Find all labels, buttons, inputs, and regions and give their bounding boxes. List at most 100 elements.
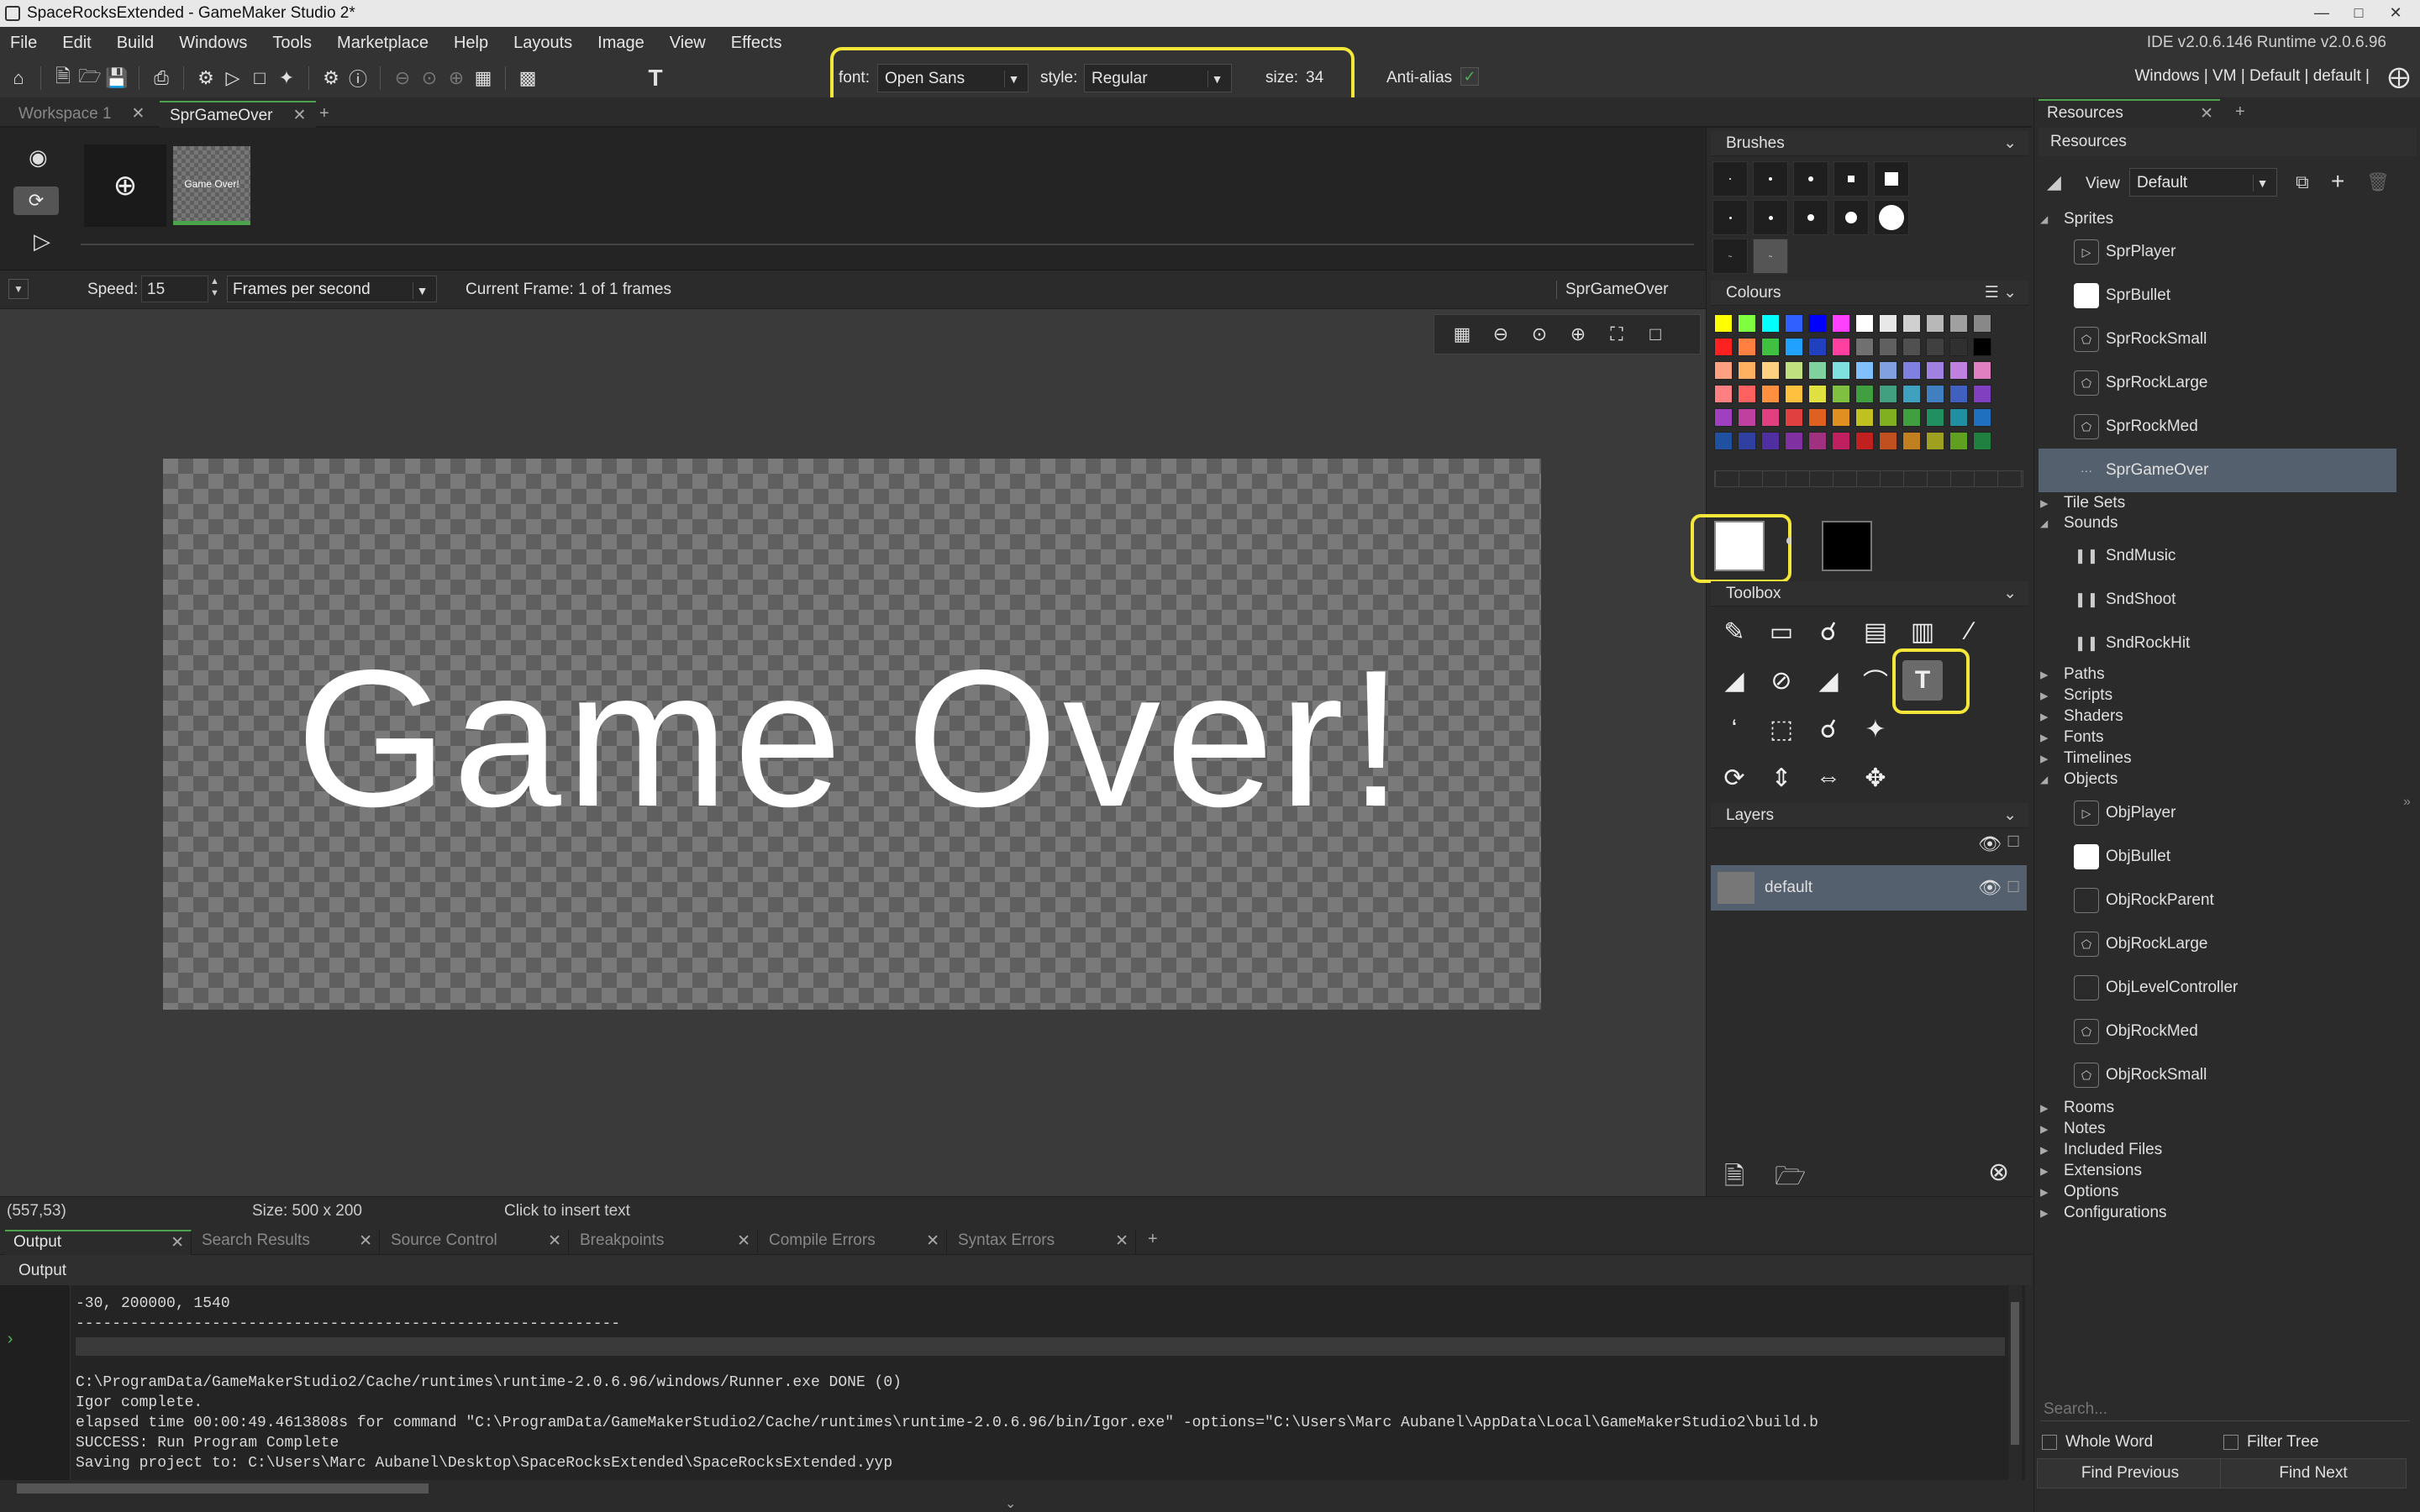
zoom-reset-icon[interactable]: ⊙ (1525, 323, 1554, 345)
colour-swatch[interactable] (1832, 385, 1850, 403)
device-icon[interactable]: ▩ (514, 65, 541, 92)
asset-sprrockmed[interactable]: ⬠ SprRockMed (2074, 405, 2395, 449)
colour-swatch[interactable] (1738, 408, 1756, 427)
eye-icon[interactable]: 👁 (1978, 877, 2002, 899)
close-tab-icon[interactable]: ✕ (926, 1231, 939, 1251)
onion-skin-icon[interactable]: ◉ (29, 144, 48, 171)
close-icon[interactable]: ✕ (2380, 2, 2412, 24)
colour-swatch[interactable] (1973, 385, 1991, 403)
layers-header[interactable]: Layers ⌄ (1711, 803, 2028, 828)
colour-swatch[interactable] (1902, 338, 1921, 356)
asset-sndmusic[interactable]: ▌▐ SndMusic (2074, 534, 2395, 578)
group-included-files[interactable]: Included Files (2040, 1141, 2162, 1160)
sprite-image[interactable]: Game Over! (163, 459, 1541, 1010)
colour-swatch[interactable] (1973, 408, 1991, 427)
colour-swatch[interactable] (1808, 432, 1827, 450)
flip-vertical-icon[interactable]: ⇕ (1761, 758, 1802, 798)
text-tool-icon[interactable]: T (1902, 660, 1943, 701)
asset-sprgameover[interactable]: ··· SprGameOver (2039, 449, 2396, 492)
zoom-in-icon[interactable]: ⊕ (1564, 323, 1592, 345)
home-icon[interactable]: ⌂ (5, 65, 32, 92)
sort-icon[interactable]: ◢ (2047, 171, 2061, 193)
frame-thumbnail[interactable]: Game Over! (173, 146, 250, 225)
eye-icon[interactable]: 👁 (1978, 833, 2002, 855)
filter-tree-option[interactable]: Filter Tree (2223, 1433, 2319, 1452)
speed-unit-select[interactable]: Frames per second ▼ (227, 276, 437, 302)
colour-swatch[interactable] (1761, 338, 1780, 356)
zoom-out-icon[interactable]: ⊖ (1486, 323, 1515, 345)
brush-custom-2[interactable]: ~ (1753, 239, 1788, 274)
output-console[interactable]: › -30, 200000, 1540 --------------------… (0, 1285, 2025, 1480)
group-options[interactable]: Options (2040, 1183, 2118, 1202)
close-tab-icon[interactable]: ✕ (548, 1231, 561, 1251)
menu-image[interactable]: Image (597, 34, 644, 53)
play-icon[interactable]: ▷ (34, 228, 50, 255)
paste-select-icon[interactable]: ▥ (1902, 612, 1943, 652)
copy-select-icon[interactable]: ▤ (1855, 612, 1896, 652)
rotate-icon[interactable]: ⟳ (1714, 758, 1754, 798)
asset-objrockparent[interactable]: ObjRockParent (2074, 879, 2395, 922)
colour-swatch[interactable] (1855, 432, 1874, 450)
lasso-select-icon[interactable]: ☌ (1808, 709, 1849, 749)
settings-icon[interactable]: ⚙ (318, 65, 345, 92)
colour-swatch[interactable] (1738, 385, 1756, 403)
fit-to-screen-icon[interactable]: ⛶ (1602, 323, 1631, 345)
colour-swatch[interactable] (1949, 385, 1968, 403)
ellipse-icon[interactable]: ⊘ (1761, 660, 1802, 701)
tab-output[interactable]: Output ✕ (5, 1230, 192, 1255)
colour-swatch[interactable] (1785, 408, 1803, 427)
brush-custom-1[interactable]: ~ (1712, 239, 1748, 274)
colour-swatch[interactable] (1949, 432, 1968, 450)
tab-source-control[interactable]: Source Control ✕ (382, 1230, 569, 1255)
asset-sprrocksmall[interactable]: ⬠ SprRockSmall (2074, 318, 2395, 361)
run-icon[interactable]: ▷ (219, 65, 246, 92)
curve-icon[interactable]: ⌒ (1855, 660, 1896, 701)
mirror-icon[interactable]: ⇔ (1808, 758, 1849, 798)
magic-wand-icon[interactable]: ✦ (1855, 709, 1896, 749)
open-project-icon[interactable]: 🗁 (76, 65, 103, 92)
brush-8[interactable] (1793, 200, 1828, 235)
group-fonts[interactable]: Fonts (2040, 728, 2104, 748)
colour-swatch[interactable] (1785, 432, 1803, 450)
tab-sprgameover[interactable]: SprGameOver ✕ (160, 101, 317, 128)
filter-tree-checkbox[interactable] (2223, 1434, 2238, 1450)
colour-swatch[interactable] (1738, 314, 1756, 333)
colour-swatch[interactable] (1832, 408, 1850, 427)
colour-swatch[interactable] (1761, 408, 1780, 427)
colour-swatch[interactable] (1832, 361, 1850, 380)
asset-sprplayer[interactable]: ▷ SprPlayer (2074, 230, 2395, 274)
resource-search-input[interactable] (2040, 1398, 2410, 1421)
colour-swatch[interactable] (1879, 338, 1897, 356)
colour-swatch[interactable] (1902, 432, 1921, 450)
find-next-button[interactable]: Find Next (2220, 1458, 2407, 1488)
whole-word-checkbox[interactable] (2042, 1434, 2057, 1450)
colour-swatch[interactable] (1855, 361, 1874, 380)
target-config-text[interactable]: Windows | VM | Default | default | (2134, 67, 2370, 86)
secondary-colour-swatch[interactable] (1822, 521, 1872, 571)
close-tab-icon[interactable]: ✕ (359, 1231, 372, 1251)
colour-swatch[interactable] (1926, 314, 1944, 333)
colour-swatch[interactable] (1879, 361, 1897, 380)
group-notes[interactable]: Notes (2040, 1120, 2106, 1139)
group-objects[interactable]: Objects (2040, 770, 2118, 789)
colour-swatch[interactable] (1785, 361, 1803, 380)
colour-swatch[interactable] (1879, 385, 1897, 403)
add-tab-icon[interactable]: + (1148, 1230, 1158, 1249)
brush-6[interactable] (1712, 200, 1748, 235)
colour-swatch[interactable] (1973, 314, 1991, 333)
debug-icon[interactable]: ⚙ (192, 65, 219, 92)
colour-swatch[interactable] (1855, 338, 1874, 356)
colour-swatch[interactable] (1808, 385, 1827, 403)
asset-objrocksmall[interactable]: ⬠ ObjRockSmall (2074, 1053, 2395, 1097)
line-icon[interactable]: ∕ (1949, 612, 1990, 652)
new-layer-folder-icon[interactable]: 🗁 (1775, 1158, 1806, 1200)
colour-picker-icon[interactable]: ‘ (1714, 709, 1754, 749)
asset-objplayer[interactable]: ▷ ObjPlayer (2074, 791, 2395, 835)
close-tab-icon[interactable]: ✕ (2200, 104, 2213, 123)
asset-sprbullet[interactable]: SprBullet (2074, 274, 2395, 318)
colour-swatch[interactable] (1926, 432, 1944, 450)
colour-swatch[interactable] (1949, 408, 1968, 427)
colour-swatch[interactable] (1949, 361, 1968, 380)
colour-swatch[interactable] (1855, 385, 1874, 403)
colour-swatch[interactable] (1926, 408, 1944, 427)
